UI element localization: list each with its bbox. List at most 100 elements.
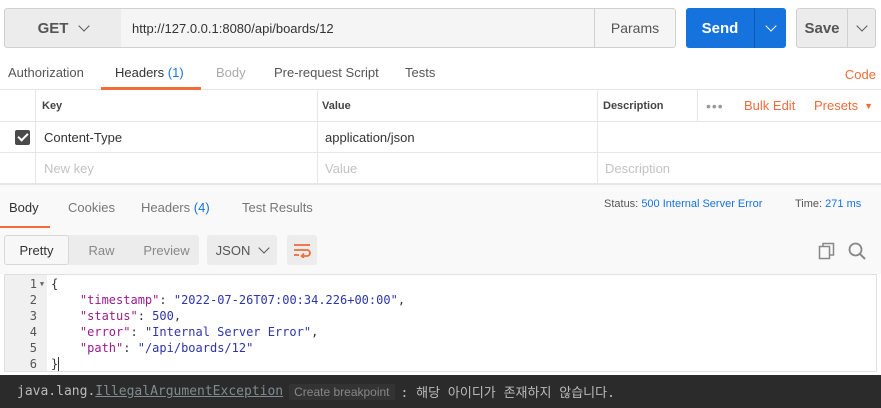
checkmark-icon [15, 129, 30, 145]
tab-authorization[interactable]: Authorization [8, 65, 84, 80]
column-divider [317, 90, 318, 121]
copy-icon[interactable] [818, 242, 836, 263]
column-divider [317, 122, 318, 152]
json-value: "Internal Server Error" [144, 325, 312, 339]
view-preview-button[interactable]: Preview [134, 235, 199, 265]
tab-headers-label: Headers [115, 65, 165, 80]
format-select[interactable]: JSON [207, 235, 277, 265]
more-options-icon[interactable]: ••• [706, 90, 724, 121]
column-divider [317, 153, 318, 183]
column-divider [597, 153, 598, 183]
tab-response-headers-count: (4) [193, 200, 210, 215]
response-tabs: Body Cookies Headers (4) Test Results St… [0, 184, 881, 229]
line-number: 3 [29, 309, 37, 323]
wrap-lines-icon [294, 244, 311, 258]
view-raw-button[interactable]: Raw [69, 235, 134, 265]
exception-message: : 해당 아이디가 존재하지 않습니다. [400, 386, 615, 401]
new-key-field[interactable]: New key [44, 153, 94, 183]
time-readout: Time: 271 ms [795, 198, 861, 210]
line-number: 5 [29, 341, 37, 355]
time-value: 271 ms [825, 198, 862, 210]
table-row: Content-Type application/json [0, 122, 881, 153]
tab-response-headers-label: Headers [141, 200, 191, 215]
format-label: JSON [215, 242, 251, 258]
tab-body[interactable]: Body [216, 65, 246, 80]
tab-pre-request-script[interactable]: Pre-request Script [274, 65, 379, 80]
header-key-field[interactable]: Content-Type [44, 122, 122, 152]
code-line: 1 ▼ { [5, 276, 876, 292]
code-link[interactable]: Code [845, 67, 876, 82]
json-value: "/api/boards/12" [137, 341, 254, 355]
json-field: "path": "/api/boards/12" [79, 341, 254, 355]
request-tabs: Authorization Headers (1) Body Pre-reque… [0, 58, 881, 90]
fold-toggle-icon[interactable]: ▼ [37, 280, 47, 288]
response-body-editor[interactable]: 1 ▼ { 2 "timestamp": "2022-07-26T07:00:3… [4, 274, 877, 372]
create-breakpoint-button[interactable]: Create breakpoint [289, 383, 395, 400]
json-field: "status": 500, [79, 309, 182, 323]
status-value: 500 Internal Server Error [641, 198, 763, 210]
search-icon[interactable] [848, 242, 866, 263]
table-row-new: New key Value Description [0, 153, 881, 184]
request-bar: GET http://127.0.0.1:8080/api/boards/12 … [0, 0, 881, 56]
chevron-down-icon [764, 20, 777, 32]
json-key: "error" [79, 325, 131, 339]
line-number: 4 [29, 325, 37, 339]
column-divider [597, 90, 598, 121]
row-enabled-checkbox[interactable] [15, 122, 30, 152]
exception-class-link[interactable]: IllegalArgumentException [95, 384, 283, 399]
line-number: 6 [29, 357, 37, 371]
new-value-field[interactable]: Value [325, 153, 357, 183]
tab-response-body[interactable]: Body [9, 200, 39, 215]
time-label: Time: [795, 198, 823, 210]
column-value-header: Value [322, 99, 351, 112]
view-mode-segment: Pretty Raw Preview [4, 235, 199, 265]
header-value-field[interactable]: application/json [325, 122, 415, 152]
line-number: 2 [29, 293, 37, 307]
code-line: 5 "path": "/api/boards/12" [5, 340, 876, 356]
json-field: "timestamp": "2022-07-26T07:00:34.226+00… [79, 293, 406, 307]
save-options-button[interactable] [848, 9, 875, 47]
json-key: "status" [79, 309, 138, 323]
presets-dropdown[interactable]: Presets ▼ [814, 90, 873, 121]
column-key-header: Key [42, 99, 63, 112]
exception-package: java.lang. [17, 384, 96, 399]
tab-headers[interactable]: Headers (1) [115, 65, 184, 80]
json-separator: , [397, 293, 406, 307]
new-description-field[interactable]: Description [605, 153, 670, 183]
open-brace: { [51, 277, 59, 291]
code-line: 2 "timestamp": "2022-07-26T07:00:34.226+… [5, 292, 876, 308]
bulk-edit-link[interactable]: Bulk Edit [744, 90, 795, 121]
column-divider [35, 122, 36, 152]
close-brace-line: } [51, 357, 60, 372]
copy-icon-svg [818, 242, 835, 260]
tab-cookies[interactable]: Cookies [68, 200, 115, 215]
status-label: Status: [604, 198, 639, 210]
save-button[interactable]: Save [796, 8, 876, 48]
method-label: GET [37, 19, 69, 37]
send-label[interactable]: Send [686, 8, 754, 48]
tab-tests[interactable]: Tests [405, 65, 435, 80]
headers-table: Key Value Description ••• Bulk Edit Pres… [0, 90, 881, 184]
column-divider [697, 90, 698, 121]
send-options-button[interactable] [755, 8, 786, 48]
response-view-bar: Pretty Raw Preview JSON [0, 228, 881, 274]
json-value: "2022-07-26T07:00:34.226+00:00" [173, 293, 398, 307]
search-icon-svg [848, 242, 866, 260]
json-field: "error": "Internal Server Error", [79, 325, 319, 339]
presets-label: Presets [814, 98, 859, 113]
send-button[interactable]: Send [686, 8, 786, 48]
column-divider [35, 153, 36, 183]
tab-test-results[interactable]: Test Results [242, 200, 313, 215]
tab-response-headers[interactable]: Headers (4) [141, 200, 210, 215]
caret-down-icon: ▼ [864, 100, 873, 111]
method-select[interactable]: GET [4, 8, 122, 48]
params-button[interactable]: Params [594, 8, 676, 48]
json-separator: , [311, 325, 319, 339]
status-readout: Status: 500 Internal Server Error [604, 198, 762, 210]
wrap-lines-button[interactable] [287, 235, 317, 265]
console-output: java.lang. IllegalArgumentException Create… [0, 375, 881, 408]
view-pretty-button[interactable]: Pretty [4, 235, 69, 265]
url-input[interactable]: http://127.0.0.1:8080/api/boards/12 [121, 8, 595, 48]
chevron-down-icon [78, 20, 91, 32]
save-label[interactable]: Save [797, 9, 847, 47]
